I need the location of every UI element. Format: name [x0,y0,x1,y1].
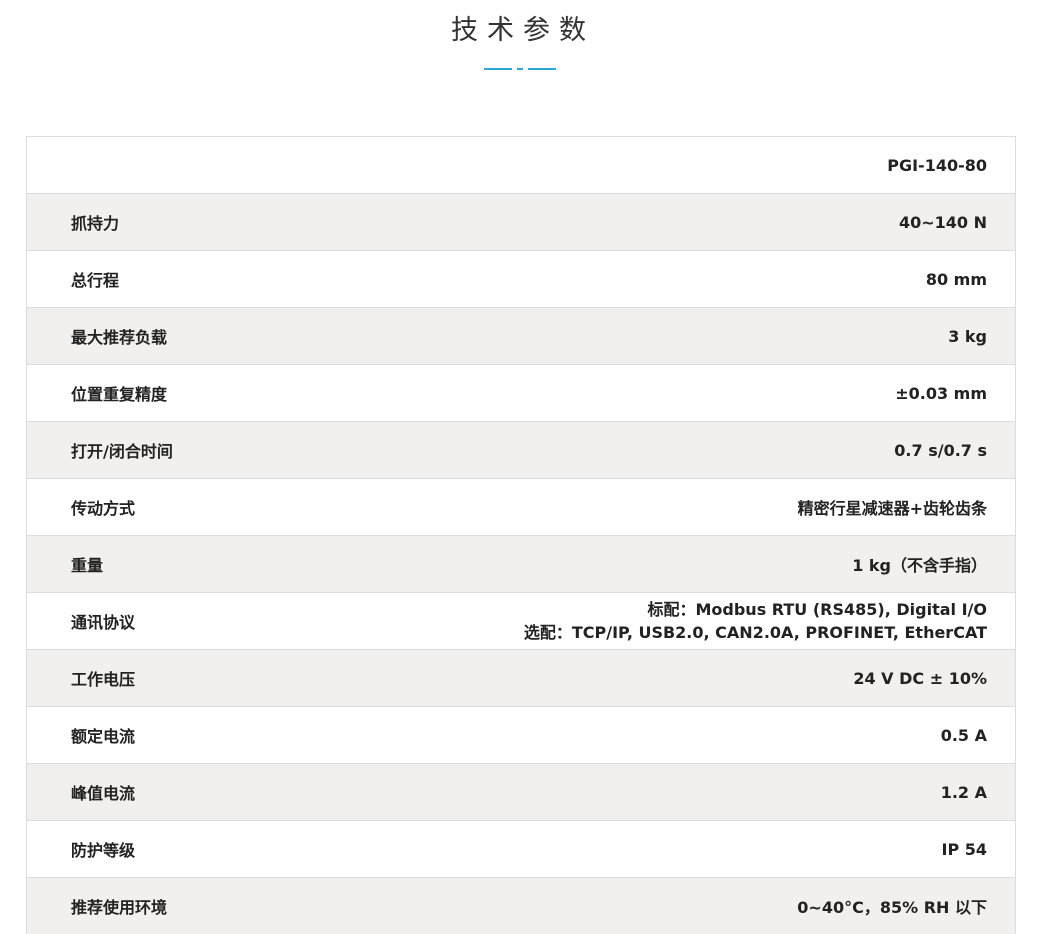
title-divider [484,68,556,71]
row-value: 1 kg（不含手指） [852,556,987,575]
row-value: 40~140 N [898,212,987,232]
row-value: 0~40°C，85% RH 以下 [797,898,987,917]
table-header-row: PGI-140-80 [27,137,1015,194]
row-label: 总行程 [71,271,120,290]
divider-segment-left [484,68,512,70]
spec-table: PGI-140-80 抓持力 40~140 N 总行程 80 mm 最大推荐负载… [26,136,1016,934]
divider-segment-right [528,68,556,70]
table-row: 推荐使用环境 0~40°C，85% RH 以下 [27,878,1015,934]
table-row: 传动方式 精密行星减速器+齿轮齿条 [27,479,1015,536]
row-value: IP 54 [941,839,987,859]
row-value: 1.2 A [940,782,987,802]
row-value: ±0.03 mm [895,383,987,403]
table-row: 额定电流 0.5 A [27,707,1015,764]
row-label: 打开/闭合时间 [71,442,173,461]
table-row: 通讯协议 标配：Modbus RTU (RS485), Digital I/O … [27,593,1015,650]
table-row: 打开/闭合时间 0.7 s/0.7 s [27,422,1015,479]
row-label: 最大推荐负载 [71,328,168,347]
row-value: 0.7 s/0.7 s [894,440,987,460]
row-value: 0.5 A [940,725,987,745]
protocol-optional: 选配：TCP/IP, USB2.0, CAN2.0A, PROFINET, Et… [523,623,987,642]
row-value: 80 mm [925,269,987,289]
row-value-multiline: 标配：Modbus RTU (RS485), Digital I/O 选配：TC… [524,598,987,644]
row-label: 峰值电流 [71,784,136,803]
table-row: 位置重复精度 ±0.03 mm [27,365,1015,422]
row-label: 工作电压 [71,670,136,689]
divider-segment-middle [517,68,523,70]
table-row: 最大推荐负载 3 kg [27,308,1015,365]
table-row: 总行程 80 mm [27,251,1015,308]
table-row: 峰值电流 1.2 A [27,764,1015,821]
table-row: 工作电压 24 V DC ± 10% [27,650,1015,707]
row-label: 位置重复精度 [71,385,168,404]
row-label: 额定电流 [71,727,136,746]
page-title: 技术参数 [451,15,595,46]
row-label: 传动方式 [71,499,136,518]
table-row: 抓持力 40~140 N [27,194,1015,251]
row-value: 精密行星减速器+齿轮齿条 [797,499,987,518]
row-label: 防护等级 [71,841,136,860]
row-label: 抓持力 [71,214,120,233]
model-name: PGI-140-80 [887,155,987,175]
table-row: 防护等级 IP 54 [27,821,1015,878]
row-value: 3 kg [948,326,987,346]
protocol-standard: 标配：Modbus RTU (RS485), Digital I/O [647,600,987,619]
row-label: 推荐使用环境 [71,898,168,917]
table-row: 重量 1 kg（不含手指） [27,536,1015,593]
row-label: 重量 [71,556,104,575]
row-value: 24 V DC ± 10% [853,668,987,688]
row-label: 通讯协议 [71,613,136,632]
